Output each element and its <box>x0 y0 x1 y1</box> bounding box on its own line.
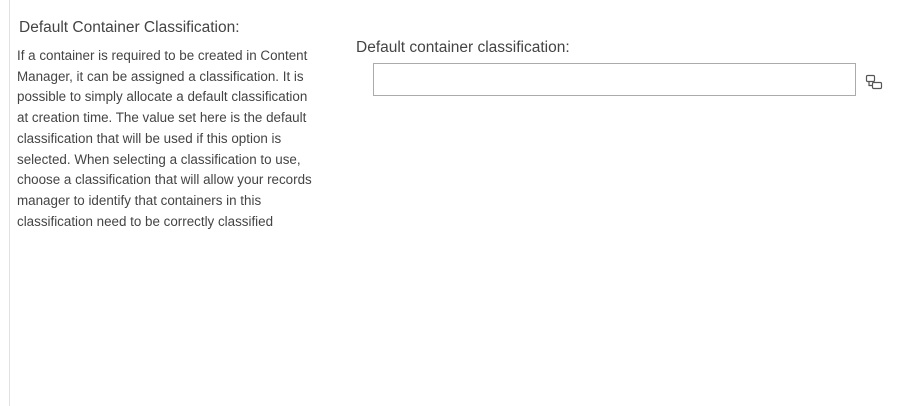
browse-icon <box>865 74 883 89</box>
section-description-column: Default Container Classification: If a c… <box>17 17 322 232</box>
browse-classification-button[interactable] <box>860 68 888 96</box>
section-description: If a container is required to be created… <box>17 48 312 229</box>
field-column: Default container classification: <box>356 37 891 96</box>
section-title: Default Container Classification: <box>19 19 240 36</box>
classification-field-label: Default container classification: <box>356 39 570 56</box>
panel-left-border <box>9 0 10 406</box>
classification-input[interactable] <box>373 63 856 96</box>
settings-panel: Default Container Classification: If a c… <box>0 0 897 406</box>
classification-field-row <box>356 63 891 96</box>
